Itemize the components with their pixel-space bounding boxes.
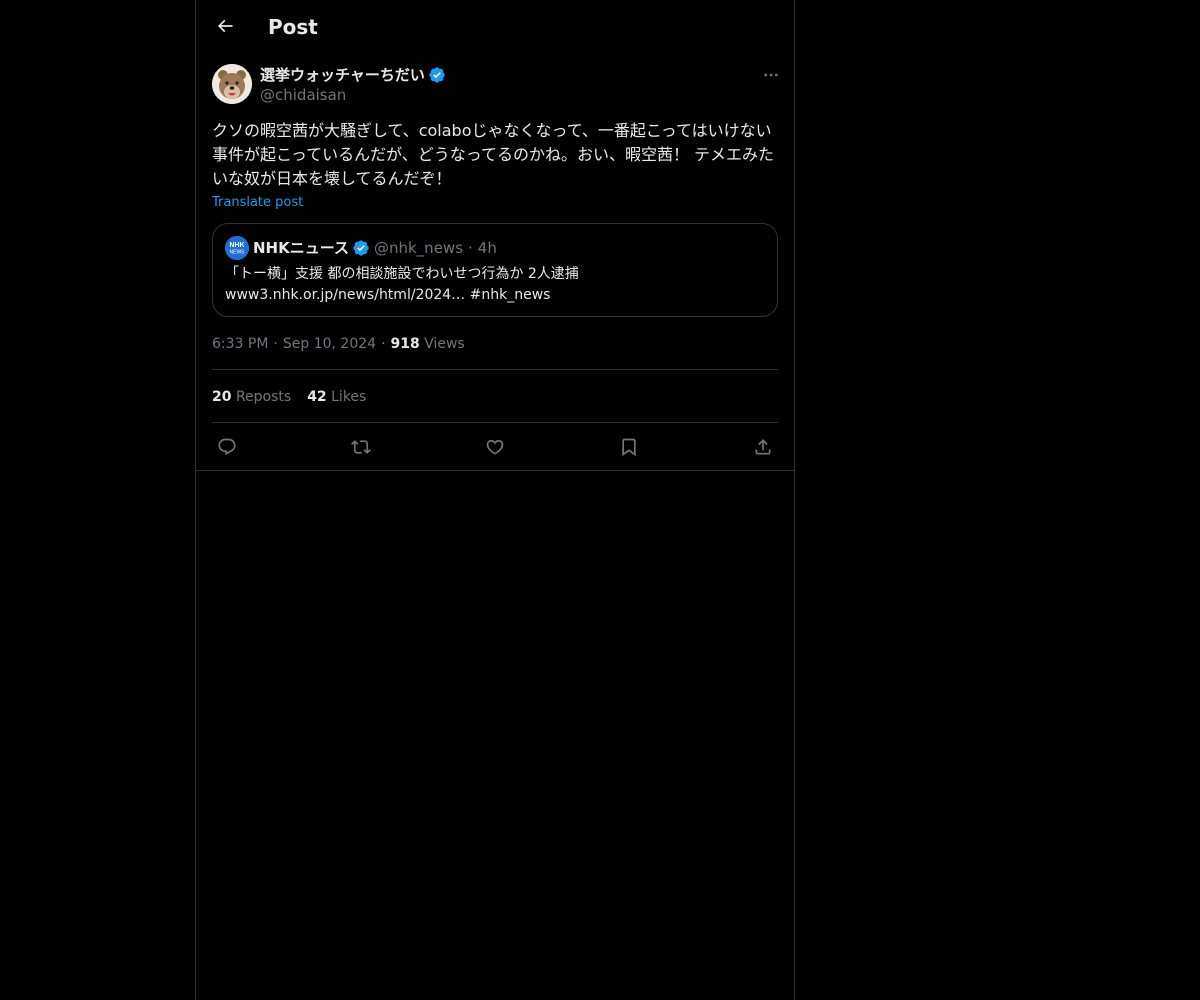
arrow-left-icon	[217, 19, 233, 33]
share-button[interactable]	[748, 432, 778, 462]
quoted-separator: ·	[468, 239, 473, 257]
bookmark-button[interactable]	[614, 432, 644, 462]
likes-count: 42	[307, 389, 327, 405]
translate-post-link[interactable]: Translate post	[212, 194, 303, 212]
page-header: Post	[196, 0, 794, 53]
quoted-post-time: 4h	[477, 239, 497, 257]
bookmark-icon	[622, 438, 636, 457]
reposts-label: Reposts	[235, 389, 292, 405]
post-actions	[212, 432, 778, 462]
views-label: Views	[424, 336, 465, 352]
author-handle[interactable]: @chidaisan	[260, 85, 346, 105]
quoted-verified-badge-icon	[352, 239, 370, 257]
post-column: Post 選挙ウォッチャーちだい @chidaisan クソの暇空茜が大騒ぎして…	[195, 0, 795, 1000]
quoted-post-link-text: www3.nhk.or.jp/news/html/2024… #nhk_news	[225, 287, 551, 303]
quoted-author-name: NHKニュース	[253, 239, 349, 257]
post-stats: 20 Reposts 42 Likes	[212, 387, 366, 407]
likes-stat[interactable]: 42 Likes	[307, 389, 366, 405]
avatar[interactable]	[212, 64, 252, 104]
meta-separator: ·	[381, 336, 386, 352]
likes-label: Likes	[331, 389, 367, 405]
views-count: 918	[390, 336, 420, 352]
reposts-count: 20	[212, 389, 232, 405]
like-button[interactable]	[480, 432, 510, 462]
share-icon	[755, 439, 771, 455]
back-button[interactable]	[208, 9, 242, 43]
post-time[interactable]: 6:33 PM	[212, 336, 268, 352]
more-options-button[interactable]	[760, 64, 782, 86]
post-bottom-border	[196, 470, 794, 471]
bear-avatar-icon	[212, 64, 252, 104]
nhk-logo-text-bottom: NEWS	[230, 250, 246, 256]
post-text: クソの暇空茜が大騒ぎして、colaboじゃなくなって、一番起こってはいけない事件…	[212, 121, 775, 188]
quoted-post-headline: 「トー横」支援 都の相談施設でわいせつ行為か 2人逮捕	[225, 266, 579, 282]
quoted-post-card[interactable]: NHK NEWS NHKニュース @nhk_news · 4h 「トー横」支援 …	[212, 223, 778, 317]
post-meta: 6:33 PM · Sep 10, 2024 · 918 Views	[212, 333, 465, 355]
nhk-logo-text-top: NHK	[229, 242, 244, 249]
more-horizontal-icon	[764, 73, 778, 77]
divider	[212, 369, 778, 370]
quoted-author-handle: @nhk_news	[373, 239, 464, 257]
repost-button[interactable]	[346, 432, 376, 462]
page-title: Post	[268, 15, 318, 39]
reply-button[interactable]	[212, 432, 242, 462]
reposts-stat[interactable]: 20 Reposts	[212, 389, 291, 405]
repost-icon	[351, 440, 371, 454]
verified-badge-icon	[428, 66, 446, 84]
quoted-post-header: NHK NEWS NHKニュース @nhk_news · 4h	[225, 236, 497, 260]
divider	[212, 422, 778, 423]
author-name-text: 選挙ウォッチャーちだい	[260, 66, 425, 84]
like-icon	[486, 439, 504, 455]
nhk-news-logo-icon: NHK NEWS	[225, 236, 249, 260]
reply-icon	[218, 438, 236, 456]
author-name[interactable]: 選挙ウォッチャーちだい	[260, 64, 446, 86]
meta-separator: ·	[273, 336, 278, 352]
post-date[interactable]: Sep 10, 2024	[283, 336, 376, 352]
